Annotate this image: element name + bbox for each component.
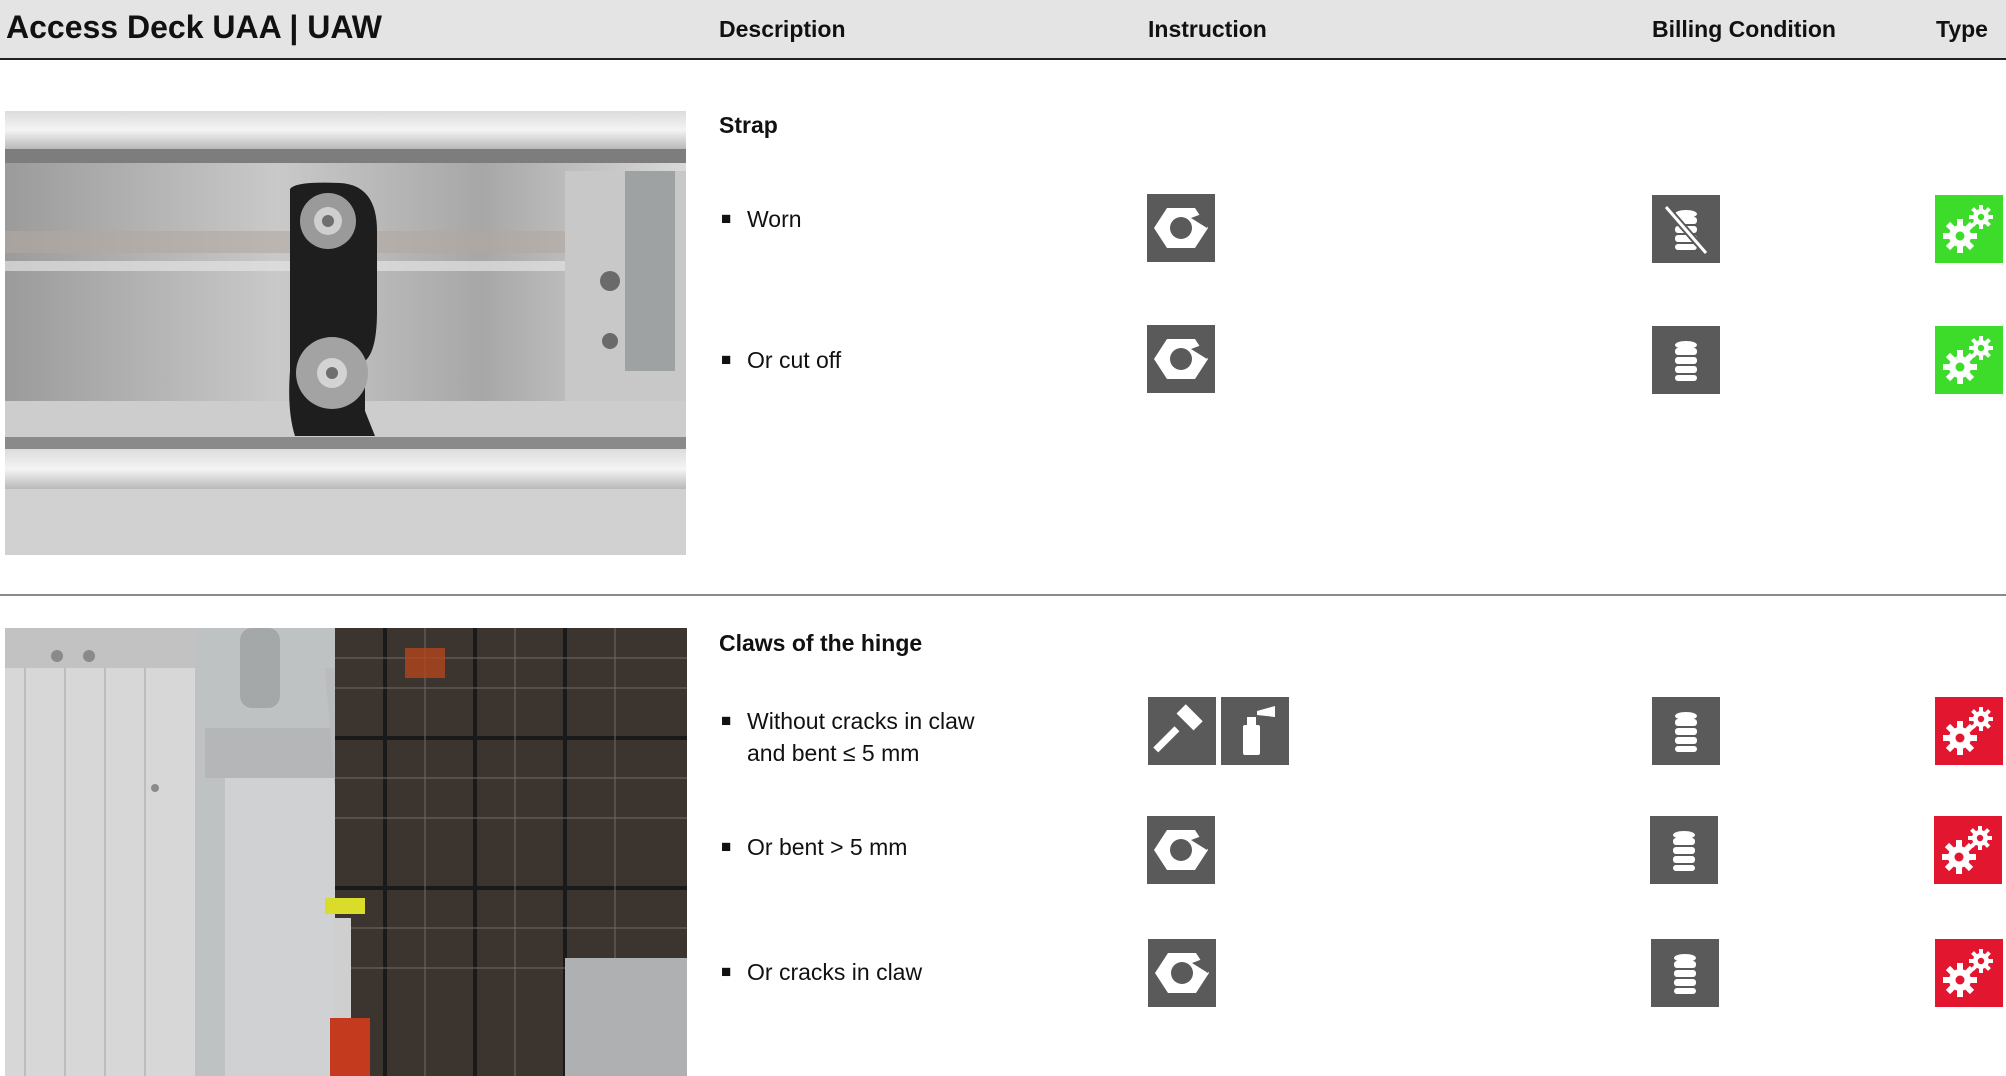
column-header-instruction: Instruction (1148, 16, 1267, 42)
section-divider (0, 594, 2006, 596)
hinge-claw-photo (5, 628, 687, 1076)
gears-icon (1934, 816, 2002, 884)
bullet: ■ (721, 962, 732, 981)
coins-icon (1652, 697, 1720, 765)
page-title: Access Deck UAA | UAW (6, 9, 382, 45)
bullet: ■ (721, 209, 732, 228)
bullet: ■ (721, 711, 732, 730)
coins-icon (1650, 816, 1718, 884)
bullet: ■ (721, 837, 732, 856)
item-text: Or cracks in claw (747, 959, 923, 985)
section-title-strap: Strap (719, 112, 778, 138)
item-text-line1: Without cracks in claw (747, 708, 975, 734)
hammer-icon (1148, 697, 1216, 765)
scrap-nut-icon (1147, 194, 1215, 262)
column-header-description: Description (719, 16, 846, 42)
coins-icon (1651, 939, 1719, 1007)
item-text: Worn (747, 206, 802, 232)
scrap-nut-icon (1147, 816, 1215, 884)
section-title-claws-of-the-hinge: Claws of the hinge (719, 630, 923, 656)
no-charge-coins-icon (1652, 195, 1720, 263)
column-header-type: Type (1936, 16, 1988, 42)
column-header-billing-condition: Billing Condition (1652, 16, 1836, 42)
item-text-line2: and bent ≤ 5 mm (747, 740, 920, 766)
item-text: Or bent > 5 mm (747, 834, 908, 860)
strap-photo (5, 111, 686, 555)
gears-icon (1935, 326, 2003, 394)
bullet: ■ (721, 350, 732, 369)
item-text: Or cut off (747, 347, 842, 373)
table-header: Access Deck UAA | UAW Description Instru… (0, 0, 2006, 60)
scrap-nut-icon (1147, 325, 1215, 393)
spray-can-icon (1221, 697, 1289, 765)
scrap-nut-icon (1148, 939, 1216, 1007)
gears-icon (1935, 939, 2003, 1007)
gears-icon (1935, 697, 2003, 765)
gears-icon (1935, 195, 2003, 263)
coins-icon (1652, 326, 1720, 394)
